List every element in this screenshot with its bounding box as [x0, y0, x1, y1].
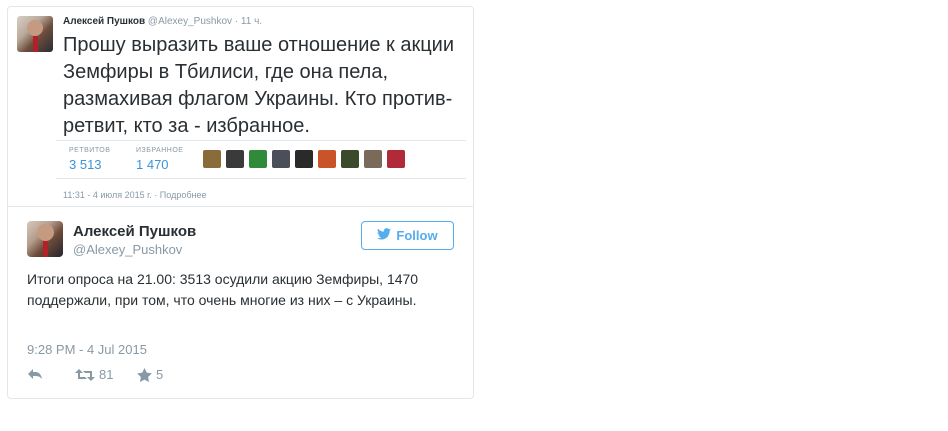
author-name[interactable]: Алексей Пушков: [73, 223, 196, 240]
details-link[interactable]: Подробнее: [160, 190, 207, 200]
favoriter-avatar[interactable]: [203, 150, 221, 168]
retweet-icon: [75, 368, 95, 382]
avatar[interactable]: [17, 16, 53, 52]
follow-button[interactable]: Follow: [361, 221, 454, 250]
twitter-bird-icon: [377, 228, 392, 243]
reply-icon: [27, 367, 43, 381]
favoriter-avatar[interactable]: [318, 150, 336, 168]
quoted-tweet-footer: 11:31 - 4 июля 2015 г. · Подробнее: [63, 190, 206, 200]
divider: [8, 206, 473, 207]
tweet-stats: РЕТВИТОВ 3 513 ИЗБРАННОЕ 1 470: [56, 140, 466, 179]
retweet-count: 81: [99, 367, 114, 382]
favoriter-avatar[interactable]: [295, 150, 313, 168]
reply-button[interactable]: [27, 367, 43, 381]
favorites-label: ИЗБРАННОЕ: [136, 147, 184, 154]
tweet-card: Алексей Пушков @Alexey_Pushkov · 11 ч. П…: [7, 6, 474, 399]
quoted-tweet-text: Прошу выразить ваше отношение к акции Зе…: [63, 34, 455, 137]
favorite-count: 5: [156, 367, 164, 382]
tweet-text: Итоги опроса на 21.00: 3513 осудили акци…: [27, 271, 419, 308]
favoriter-avatar[interactable]: [364, 150, 382, 168]
timestamp[interactable]: 9:28 PM - 4 Jul 2015: [27, 342, 147, 357]
quoted-tweet: Алексей Пушков @Alexey_Pushkov · 11 ч. П…: [8, 7, 473, 207]
favoriter-avatar[interactable]: [387, 150, 405, 168]
favoriter-avatar[interactable]: [226, 150, 244, 168]
favorites-stat[interactable]: ИЗБРАННОЕ 1 470: [136, 147, 183, 172]
star-icon: [137, 367, 152, 382]
retweets-label: РЕТВИТОВ: [69, 147, 111, 154]
favorite-button[interactable]: 5: [137, 367, 163, 382]
author-name[interactable]: Алексей Пушков: [63, 16, 145, 27]
time-ago[interactable]: 11 ч.: [241, 16, 262, 27]
favoriter-avatar[interactable]: [249, 150, 267, 168]
retweet-button[interactable]: 81: [75, 367, 113, 382]
follow-label: Follow: [396, 228, 438, 243]
avatar[interactable]: [27, 221, 63, 257]
favorites-count: 1 470: [136, 157, 169, 172]
favoriter-avatar[interactable]: [341, 150, 359, 168]
timestamp[interactable]: 11:31 - 4 июля 2015 г.: [63, 190, 152, 200]
quoted-tweet-header: Алексей Пушков @Alexey_Pushkov · 11 ч.: [63, 16, 262, 27]
retweets-stat[interactable]: РЕТВИТОВ 3 513: [69, 147, 110, 172]
favoriter-avatar[interactable]: [272, 150, 290, 168]
author-handle[interactable]: @Alexey_Pushkov: [73, 242, 182, 257]
retweets-count: 3 513: [69, 157, 102, 172]
author-handle[interactable]: @Alexey_Pushkov: [148, 16, 232, 27]
separator: ·: [234, 16, 239, 27]
